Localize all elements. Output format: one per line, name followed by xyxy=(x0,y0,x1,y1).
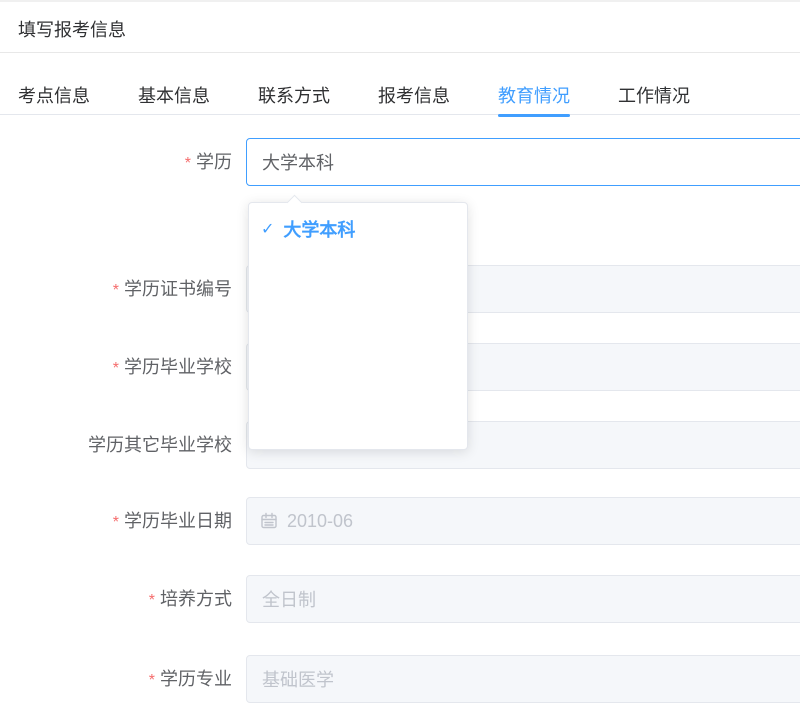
tab-education-info[interactable]: 教育情况 xyxy=(498,84,570,115)
required-marker: * xyxy=(113,282,119,299)
form-row-major: * 学历专业 基础医学 xyxy=(0,655,800,703)
field-label-text: 学历毕业日期 xyxy=(124,511,232,531)
graduation-date-value: 2010-06 xyxy=(287,511,353,532)
field-label-other-graduation-school: 学历其它毕业学校 xyxy=(0,421,232,469)
required-marker: * xyxy=(113,514,119,531)
check-icon: ✓ xyxy=(261,213,274,247)
required-marker: * xyxy=(149,672,155,689)
education-level-dropdown: ✓ 大学本科 xyxy=(248,202,468,450)
required-marker: * xyxy=(149,592,155,609)
field-label-certificate-number: * 学历证书编号 xyxy=(0,265,232,313)
required-marker: * xyxy=(113,360,119,377)
form-row-education-level: * 学历 大学本科 xyxy=(0,138,800,186)
major-value: 基础医学 xyxy=(262,666,334,692)
form-row-training-mode: * 培养方式 全日制 xyxy=(0,575,800,623)
field-label-text: 学历其它毕业学校 xyxy=(88,435,232,455)
field-label-text: 学历 xyxy=(196,152,232,172)
training-mode-input: 全日制 xyxy=(246,575,800,623)
required-marker: * xyxy=(185,155,191,172)
tab-work-info[interactable]: 工作情况 xyxy=(618,84,690,115)
tab-exam-site-info[interactable]: 考点信息 xyxy=(18,84,90,115)
field-label-text: 学历证书编号 xyxy=(124,279,232,299)
tab-application-info[interactable]: 报考信息 xyxy=(378,84,450,115)
calendar-icon xyxy=(260,512,278,530)
top-divider xyxy=(0,0,800,2)
field-label-text: 学历毕业学校 xyxy=(124,357,232,377)
major-input: 基础医学 xyxy=(246,655,800,703)
dropdown-option-bachelor[interactable]: ✓ 大学本科 xyxy=(249,213,467,247)
field-label-education-level: * 学历 xyxy=(0,138,232,186)
education-level-value: 大学本科 xyxy=(262,149,334,175)
tab-contact-info[interactable]: 联系方式 xyxy=(258,84,330,115)
field-label-text: 学历专业 xyxy=(160,669,232,689)
education-level-select[interactable]: 大学本科 xyxy=(246,138,800,186)
title-divider xyxy=(0,52,800,53)
graduation-date-input: 2010-06 xyxy=(246,497,800,545)
training-mode-value: 全日制 xyxy=(262,586,316,612)
field-label-graduation-school: * 学历毕业学校 xyxy=(0,343,232,391)
tab-basic-info[interactable]: 基本信息 xyxy=(138,84,210,115)
tab-bar: 考点信息 基本信息 联系方式 报考信息 教育情况 工作情况 xyxy=(0,84,800,115)
form-row-graduation-date: * 学历毕业日期 2010-06 xyxy=(0,497,800,545)
dropdown-option-label: 大学本科 xyxy=(283,213,355,247)
field-label-graduation-date: * 学历毕业日期 xyxy=(0,497,232,545)
field-label-major: * 学历专业 xyxy=(0,655,232,703)
field-label-training-mode: * 培养方式 xyxy=(0,575,232,623)
page-title: 填写报考信息 xyxy=(18,19,126,41)
field-label-text: 培养方式 xyxy=(160,589,232,609)
